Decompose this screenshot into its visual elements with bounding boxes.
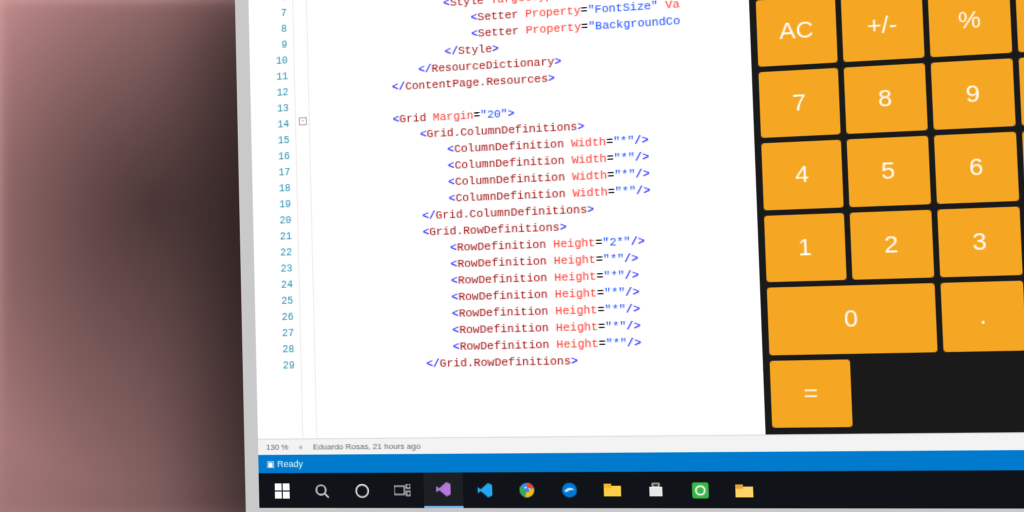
line-number: 25 — [257, 295, 294, 312]
visual-studio-icon[interactable] — [423, 472, 463, 508]
line-number: 19 — [255, 198, 292, 215]
line-number: 17 — [254, 166, 291, 184]
calc-button-op[interactable]: . — [940, 281, 1024, 352]
line-number: 21 — [255, 230, 292, 247]
vscode-icon[interactable] — [465, 472, 506, 508]
laptop-screen: 5678910111213141516171819202122232425262… — [234, 0, 1024, 512]
calc-button-6[interactable]: 6 — [933, 132, 1019, 204]
line-number: 23 — [256, 262, 293, 279]
calc-button-3[interactable]: 3 — [937, 206, 1024, 277]
calc-button-4[interactable]: 4 — [761, 140, 843, 210]
line-number: 15 — [253, 134, 289, 152]
ms-store-icon[interactable] — [635, 472, 678, 509]
calc-button-AC[interactable]: AC — [756, 0, 838, 66]
calc-button-7[interactable]: 7 — [758, 67, 840, 138]
code-area[interactable]: <ContentPage.Resources> <ResourceDiction… — [306, 0, 765, 438]
calc-button-5[interactable]: 5 — [846, 136, 930, 207]
line-number: 14 — [253, 118, 289, 136]
cortana-button[interactable] — [342, 473, 381, 508]
zoom-level[interactable]: 130 % — [266, 443, 289, 452]
start-button[interactable] — [263, 473, 301, 508]
calc-button-8[interactable]: 8 — [843, 63, 927, 134]
line-number: 26 — [257, 311, 294, 328]
calculator-keypad: AC+/-%/789*456-123+0.= — [756, 0, 1024, 428]
line-number: 29 — [258, 359, 295, 376]
line-number: 13 — [253, 102, 289, 120]
xaml-previewer: 0 AC+/-%/789*456-123+0.= — [747, 0, 1024, 434]
calc-button-9[interactable]: 9 — [930, 58, 1016, 130]
calc-button-1[interactable]: 1 — [764, 212, 846, 282]
git-blame: Eduardo Rosas, 21 hours ago — [313, 442, 421, 452]
calc-button-opopop[interactable]: +/- — [840, 0, 924, 62]
line-number: 24 — [256, 278, 293, 295]
code-editor[interactable]: 5678910111213141516171819202122232425262… — [248, 0, 766, 439]
calc-button-2[interactable]: 2 — [849, 209, 933, 280]
calc-button-op[interactable]: / — [1015, 0, 1024, 52]
windows-taskbar: ˄ 👤 ▭ 🔊 ▮▯ ⚲ — [259, 470, 1024, 509]
status-ready: ▣ Ready — [266, 458, 303, 469]
calc-button-0[interactable]: 0 — [767, 283, 937, 355]
file-explorer-icon[interactable] — [591, 472, 633, 508]
camtasia-icon[interactable] — [678, 471, 721, 508]
task-view-button[interactable] — [383, 473, 423, 508]
calc-button-op[interactable]: = — [770, 359, 853, 428]
edge-icon[interactable] — [549, 472, 591, 508]
line-number: 22 — [256, 246, 293, 263]
line-number: 20 — [255, 214, 292, 231]
folder-icon[interactable] — [722, 471, 766, 508]
line-number: 27 — [257, 327, 294, 344]
search-button[interactable] — [302, 473, 341, 508]
line-number: 28 — [258, 343, 295, 360]
line-number: 18 — [254, 182, 291, 200]
calc-button-op[interactable]: % — [927, 0, 1013, 57]
chrome-icon[interactable] — [506, 472, 547, 508]
calc-button-op[interactable]: * — [1019, 53, 1024, 126]
line-number: 16 — [254, 150, 290, 168]
